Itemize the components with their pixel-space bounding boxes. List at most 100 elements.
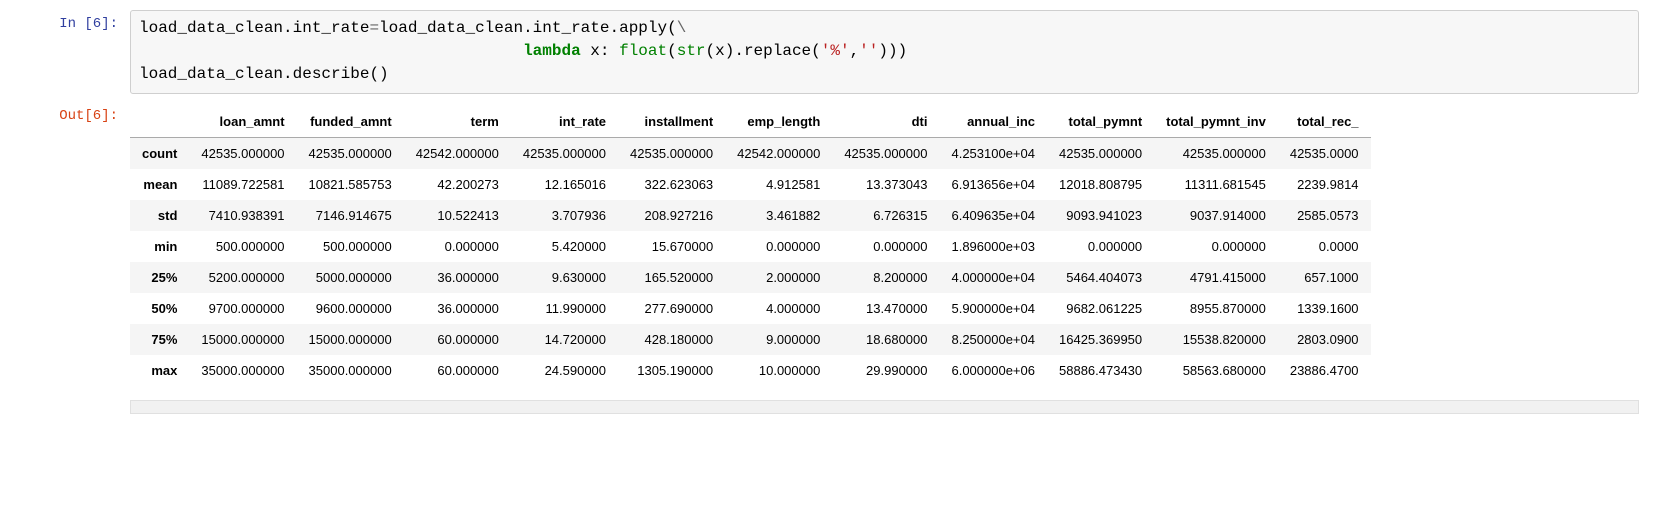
cell: 8.250000e+04 [939,324,1047,355]
table-row: mean11089.72258110821.58575342.20027312.… [130,169,1371,200]
row-index: count [130,137,189,169]
cell: 15000.000000 [189,324,296,355]
dataframe-table: loan_amnt funded_amnt term int_rate inst… [130,106,1371,386]
cell: 42542.000000 [725,137,832,169]
row-index: mean [130,169,189,200]
cell: 6.409635e+04 [939,200,1047,231]
cell: 11089.722581 [189,169,296,200]
cell: 24.590000 [511,355,618,386]
cell: 9682.061225 [1047,293,1154,324]
cell: 0.000000 [1047,231,1154,262]
cell: 0.000000 [832,231,939,262]
header-row: loan_amnt funded_amnt term int_rate inst… [130,106,1371,138]
table-row: 50%9700.0000009600.00000036.00000011.990… [130,293,1371,324]
col-header: total_pymnt_inv [1154,106,1278,138]
cell: 1339.1600 [1278,293,1371,324]
col-header: emp_length [725,106,832,138]
cell: 8.200000 [832,262,939,293]
cell: 60.000000 [404,324,511,355]
cell: 15000.000000 [297,324,404,355]
cell: 277.690000 [618,293,725,324]
cell: 58886.473430 [1047,355,1154,386]
cell: 1305.190000 [618,355,725,386]
cell: 18.680000 [832,324,939,355]
cell: 500.000000 [189,231,296,262]
cell: 35000.000000 [297,355,404,386]
col-header: int_rate [511,106,618,138]
code-content: load_data_clean.int_rate=load_data_clean… [139,17,1630,87]
col-header: funded_amnt [297,106,404,138]
cell: 13.470000 [832,293,939,324]
col-header: annual_inc [939,106,1047,138]
row-index: 75% [130,324,189,355]
cell: 2585.0573 [1278,200,1371,231]
cell: 5000.000000 [297,262,404,293]
cell: 8955.870000 [1154,293,1278,324]
input-cell: In [6]: load_data_clean.int_rate=load_da… [20,10,1639,94]
table-row: max35000.00000035000.00000060.00000024.5… [130,355,1371,386]
cell: 11.990000 [511,293,618,324]
cell: 1.896000e+03 [939,231,1047,262]
table-row: min500.000000500.0000000.0000005.4200001… [130,231,1371,262]
row-index: max [130,355,189,386]
cell: 29.990000 [832,355,939,386]
cell: 11311.681545 [1154,169,1278,200]
table-row: 75%15000.00000015000.00000060.00000014.7… [130,324,1371,355]
cell: 0.0000 [1278,231,1371,262]
cell: 4.000000 [725,293,832,324]
cell: 42535.000000 [189,137,296,169]
cell: 36.000000 [404,293,511,324]
cell: 4.912581 [725,169,832,200]
cell: 322.623063 [618,169,725,200]
row-index: min [130,231,189,262]
cell: 9.000000 [725,324,832,355]
cell: 15538.820000 [1154,324,1278,355]
col-header: installment [618,106,725,138]
cell: 657.1000 [1278,262,1371,293]
horizontal-scrollbar[interactable] [130,400,1639,414]
cell: 4791.415000 [1154,262,1278,293]
cell: 60.000000 [404,355,511,386]
cell: 9037.914000 [1154,200,1278,231]
cell: 9600.000000 [297,293,404,324]
col-header: loan_amnt [189,106,296,138]
output-cell: Out[6]: loan_amnt funded_amnt term int_r… [20,102,1639,392]
cell: 4.000000e+04 [939,262,1047,293]
cell: 42535.000000 [1154,137,1278,169]
cell: 16425.369950 [1047,324,1154,355]
cell: 23886.4700 [1278,355,1371,386]
cell: 5464.404073 [1047,262,1154,293]
col-header: term [404,106,511,138]
cell: 6.913656e+04 [939,169,1047,200]
cell: 9.630000 [511,262,618,293]
cell: 3.707936 [511,200,618,231]
col-header: dti [832,106,939,138]
cell: 500.000000 [297,231,404,262]
cell: 165.520000 [618,262,725,293]
cell: 5200.000000 [189,262,296,293]
output-prompt: Out[6]: [20,102,130,124]
output-area: loan_amnt funded_amnt term int_rate inst… [130,102,1639,392]
cell: 9093.941023 [1047,200,1154,231]
cell: 3.461882 [725,200,832,231]
table-row: std7410.9383917146.91467510.5224133.7079… [130,200,1371,231]
row-index: std [130,200,189,231]
table-row: 25%5200.0000005000.00000036.0000009.6300… [130,262,1371,293]
cell: 36.000000 [404,262,511,293]
cell: 6.726315 [832,200,939,231]
table-row: count42535.00000042535.00000042542.00000… [130,137,1371,169]
cell: 7410.938391 [189,200,296,231]
col-header: total_rec_ [1278,106,1371,138]
cell: 10.522413 [404,200,511,231]
cell: 5.420000 [511,231,618,262]
code-input[interactable]: load_data_clean.int_rate=load_data_clean… [130,10,1639,94]
cell: 0.000000 [725,231,832,262]
cell: 10.000000 [725,355,832,386]
header-blank [130,106,189,138]
cell: 0.000000 [404,231,511,262]
cell: 42.200273 [404,169,511,200]
cell: 2.000000 [725,262,832,293]
cell: 42535.000000 [618,137,725,169]
cell: 2239.9814 [1278,169,1371,200]
cell: 14.720000 [511,324,618,355]
